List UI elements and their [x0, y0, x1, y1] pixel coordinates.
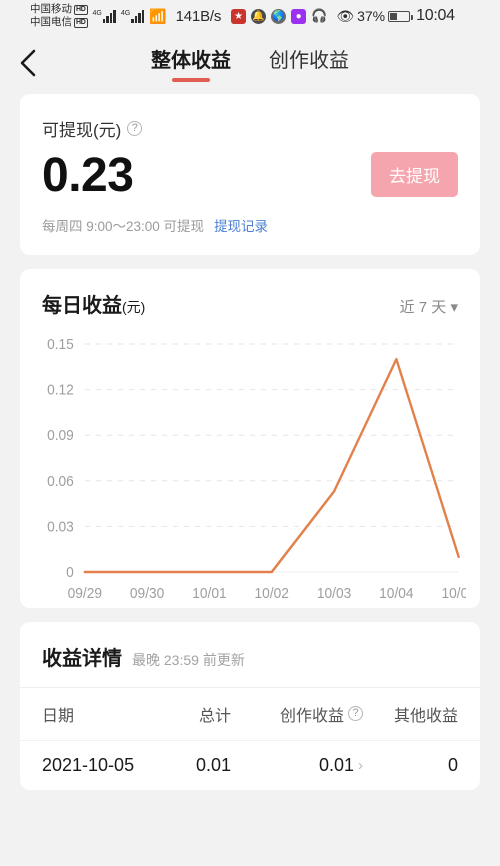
- column-header-date: 日期: [42, 707, 75, 725]
- cell-total: 0.01: [195, 754, 231, 775]
- income-detail-card: 收益详情 最晚 23:59 前更新 日期 总计 创作收益 ? 其他收益 2021…: [20, 621, 480, 790]
- chart-range-label: 近 7 天: [399, 298, 447, 316]
- carrier-1-label: 中国移动: [30, 3, 72, 15]
- tab-bar: 整体收益 创作收益: [151, 44, 349, 82]
- withdraw-record-link[interactable]: 提现记录: [214, 215, 268, 235]
- chat-icon: ●: [291, 8, 307, 24]
- withdrawable-label-row: 可提现(元) ?: [42, 116, 458, 141]
- nav-bar: 整体收益 创作收益: [0, 32, 500, 94]
- bell-icon: 🔔: [251, 8, 267, 24]
- svg-text:09/29: 09/29: [68, 585, 102, 602]
- battery-icon: [388, 10, 414, 22]
- globe-icon: 🌎: [271, 8, 287, 24]
- table-header-row: 日期 总计 创作收益 ? 其他收益: [20, 686, 480, 740]
- question-mark-icon[interactable]: ?: [127, 121, 143, 136]
- column-header-create-label: 创作收益: [279, 707, 344, 725]
- column-header-create: 创作收益 ?: [253, 702, 363, 726]
- notification-icons: ★ 🔔 🌎 ● 🎧: [231, 8, 327, 24]
- question-mark-icon[interactable]: ?: [348, 706, 363, 722]
- tab-creation-income[interactable]: 创作收益: [269, 44, 349, 82]
- tab-overall-income[interactable]: 整体收益: [151, 44, 231, 82]
- carrier-info: 中国移动 HD 中国电信 HD: [30, 3, 88, 29]
- signal-bars-2-icon: 4G: [121, 9, 145, 23]
- svg-text:10/01: 10/01: [192, 585, 226, 602]
- battery-percent: 37%: [357, 8, 386, 24]
- withdraw-note: 每周四 9:00～23:00 可提现: [42, 218, 205, 234]
- eye-icon: 👁: [336, 7, 355, 24]
- daily-income-chart: 0 0.03 0.06 0.09 0.12 0.15 09/29 09/30 10/01 10/0…: [20, 318, 480, 608]
- svg-text:0.03: 0.03: [47, 518, 74, 535]
- detail-subtitle: 最晚 23:59 前更新: [132, 651, 245, 668]
- withdraw-footer: 每周四 9:00～23:00 可提现 提现记录: [42, 215, 458, 235]
- chart-title: 每日收益(元): [42, 289, 145, 318]
- hd-badge-2: HD: [74, 17, 88, 28]
- detail-header: 收益详情 最晚 23:59 前更新: [20, 622, 480, 687]
- column-header-total: 总计: [198, 707, 231, 725]
- network-speed: 141B/s: [175, 7, 222, 25]
- svg-text:09/30: 09/30: [130, 585, 164, 602]
- cell-other: 0: [447, 754, 458, 775]
- carrier-2-label: 中国电信: [30, 16, 72, 28]
- svg-text:0.12: 0.12: [47, 382, 74, 399]
- app-notification-icon: ★: [231, 8, 247, 24]
- daily-income-card: 每日收益(元) 近 7 天 ▾ 0 0.03 0.06 0.09 0.12 0.15 09/…: [20, 268, 480, 608]
- withdrawable-card: 可提现(元) ? 0.23 每周四 9:00～23:00 可提现 提现记录 去提…: [20, 94, 480, 255]
- cell-create-value: 0.01: [318, 754, 354, 775]
- hd-badge-1: HD: [74, 4, 88, 15]
- cell-date: 2021-10-05: [42, 754, 135, 775]
- chart-title-text: 每日收益: [42, 294, 122, 317]
- chart-title-unit: (元): [122, 298, 146, 315]
- svg-text:0.09: 0.09: [47, 427, 74, 444]
- svg-text:10/05: 10/05: [441, 585, 466, 602]
- svg-text:0.06: 0.06: [47, 473, 74, 490]
- cell-create[interactable]: 0.01 ›: [253, 755, 363, 776]
- svg-text:10/04: 10/04: [379, 585, 413, 602]
- chart-range-selector[interactable]: 近 7 天 ▾: [400, 296, 458, 317]
- svg-text:0.15: 0.15: [47, 336, 74, 353]
- svg-text:10/03: 10/03: [317, 585, 351, 602]
- caret-down-icon: ▾: [450, 298, 458, 316]
- svg-text:0: 0: [66, 564, 74, 581]
- clock: 10:04: [416, 7, 455, 24]
- status-bar: 中国移动 HD 中国电信 HD 4G 4G 📶 141B/s ★ 🔔 🌎 ● 🎧…: [0, 0, 500, 32]
- withdraw-button[interactable]: 去提现: [371, 152, 458, 197]
- svg-text:10/02: 10/02: [255, 585, 289, 602]
- wifi-icon: 📶: [149, 8, 167, 24]
- headphone-icon: 🎧: [311, 8, 328, 23]
- back-button[interactable]: [0, 48, 56, 78]
- withdrawable-label: 可提现(元): [42, 121, 122, 140]
- chart-header: 每日收益(元) 近 7 天 ▾: [20, 269, 480, 318]
- signal-bars-1-icon: 4G: [93, 9, 116, 23]
- battery-area: 👁 37% 10:04: [336, 7, 455, 25]
- detail-title: 收益详情: [42, 647, 122, 670]
- column-header-other: 其他收益: [393, 707, 458, 725]
- table-row[interactable]: 2021-10-05 0.01 0.01 › 0: [20, 739, 480, 790]
